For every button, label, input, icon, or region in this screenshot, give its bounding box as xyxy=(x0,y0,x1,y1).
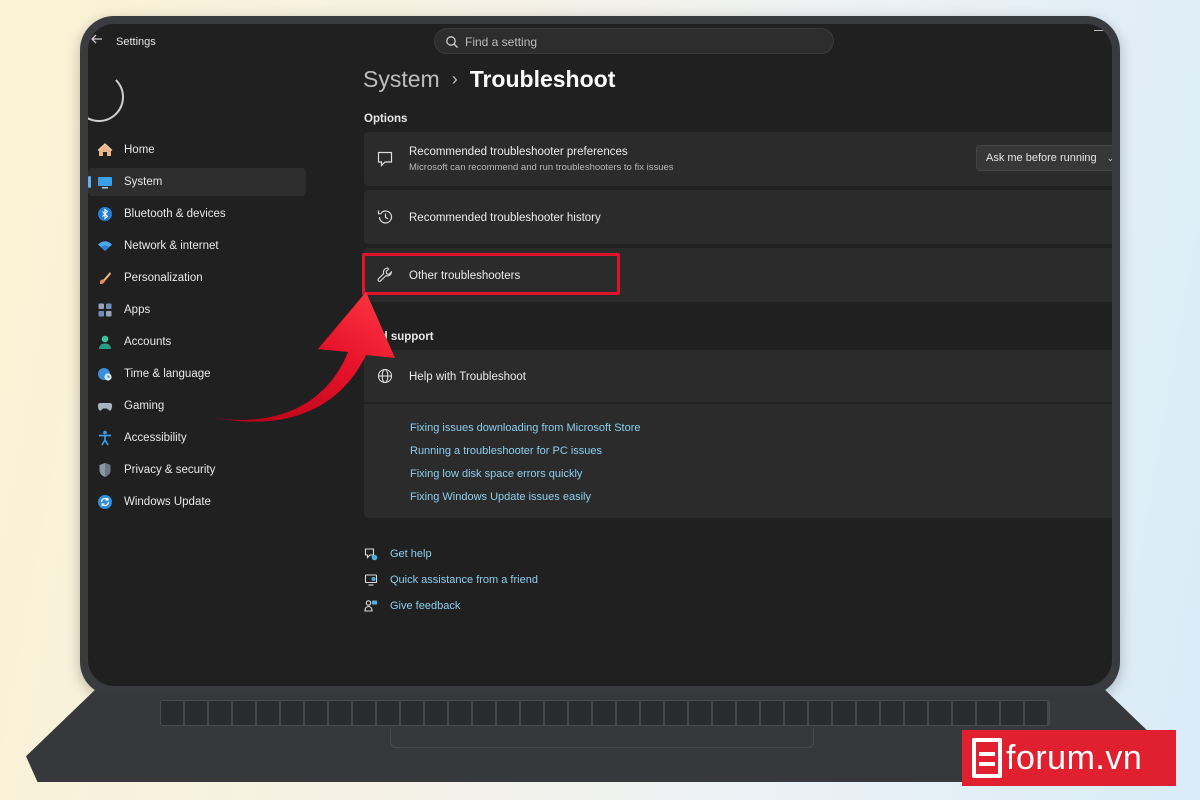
feedback-icon xyxy=(364,600,377,612)
quick-assistance-link[interactable]: Quick assistance from a friend xyxy=(364,573,538,587)
sidebar-item-home[interactable]: Home xyxy=(88,136,306,164)
account-icon xyxy=(96,333,114,351)
help-link[interactable]: Fixing issues downloading from Microsoft… xyxy=(410,422,640,434)
sidebar-item-privacy[interactable]: Privacy & security xyxy=(88,456,306,484)
logo-mark-icon xyxy=(972,738,1002,778)
card-subtitle: Microsoft can recommend and run troubles… xyxy=(409,162,674,173)
sidebar-item-label: Apps xyxy=(124,304,151,316)
search-input[interactable] xyxy=(465,33,815,50)
brush-icon xyxy=(96,269,114,287)
sidebar: Home System Bluetooth & devices Network … xyxy=(88,136,312,520)
help-link[interactable]: Fixing Windows Update issues easily xyxy=(410,491,591,503)
card-title: Recommended troubleshooter preferences xyxy=(409,146,628,158)
sidebar-item-label: Gaming xyxy=(124,400,165,412)
gamepad-icon xyxy=(96,397,114,415)
sidebar-item-label: Privacy & security xyxy=(124,464,216,476)
sidebar-item-label: Bluetooth & devices xyxy=(124,208,226,220)
laptop-touchpad xyxy=(390,728,814,748)
search-box[interactable] xyxy=(434,28,834,54)
watermark-text: forum.vn xyxy=(1006,738,1143,777)
sidebar-item-label: System xyxy=(124,176,163,188)
home-icon xyxy=(96,141,114,159)
footer-link-label: Give feedback xyxy=(390,600,461,612)
sidebar-item-system[interactable]: System xyxy=(88,168,306,196)
back-button[interactable] xyxy=(90,32,106,48)
accessibility-icon xyxy=(96,429,114,447)
help-chat-icon xyxy=(364,548,378,561)
breadcrumb-separator: › xyxy=(451,69,458,89)
get-help-link[interactable]: Get help xyxy=(364,547,432,561)
back-arrow-icon xyxy=(91,34,102,44)
avatar[interactable] xyxy=(88,72,124,122)
sidebar-item-personalization[interactable]: Personalization xyxy=(88,264,306,292)
card-title: Help with Troubleshoot xyxy=(409,371,526,383)
globe-clock-icon xyxy=(96,365,114,383)
settings-window: Settings Home System Bluetooth & devices xyxy=(88,24,1112,686)
wifi-icon xyxy=(96,237,114,255)
sidebar-item-label: Home xyxy=(124,144,155,156)
chat-bubble-icon xyxy=(377,151,393,167)
sidebar-item-label: Network & internet xyxy=(124,240,219,252)
sidebar-item-label: Personalization xyxy=(124,272,203,284)
sidebar-item-gaming[interactable]: Gaming xyxy=(88,392,306,420)
minimize-button[interactable] xyxy=(1094,30,1104,31)
sidebar-item-windows-update[interactable]: Windows Update xyxy=(88,488,306,516)
highlight-box xyxy=(362,253,620,295)
shield-icon xyxy=(96,461,114,479)
watermark-logo: forum.vn xyxy=(962,730,1176,786)
related-support-section-label: ated support xyxy=(364,331,434,343)
troubleshooter-preference-dropdown[interactable]: Ask me before running ⌄ xyxy=(976,145,1112,171)
history-icon xyxy=(377,210,393,224)
sidebar-item-label: Accounts xyxy=(124,336,172,348)
sidebar-item-time-language[interactable]: Time & language xyxy=(88,360,306,388)
remote-assist-icon xyxy=(364,574,378,586)
app-title: Settings xyxy=(116,36,156,48)
page-title: Troubleshoot xyxy=(469,66,616,92)
sidebar-item-label: Accessibility xyxy=(124,432,187,444)
title-bar: Settings xyxy=(88,24,1112,60)
sidebar-item-bluetooth[interactable]: Bluetooth & devices xyxy=(88,200,306,228)
recommended-history-card[interactable]: Recommended troubleshooter history xyxy=(364,190,1112,244)
sidebar-item-accounts[interactable]: Accounts xyxy=(88,328,306,356)
dropdown-selected-value: Ask me before running xyxy=(986,152,1097,164)
sidebar-item-label: Windows Update xyxy=(124,496,211,508)
breadcrumb-parent[interactable]: System xyxy=(363,66,440,92)
sidebar-item-label: Time & language xyxy=(124,368,211,380)
sidebar-item-network[interactable]: Network & internet xyxy=(88,232,306,260)
help-link[interactable]: Running a troubleshooter for PC issues xyxy=(410,445,602,457)
give-feedback-link[interactable]: Give feedback xyxy=(364,599,460,613)
sidebar-item-apps[interactable]: Apps xyxy=(88,296,306,324)
update-icon xyxy=(96,493,114,511)
chevron-down-icon: ⌄ xyxy=(1106,152,1112,163)
footer-link-label: Quick assistance from a friend xyxy=(390,574,538,586)
laptop-keyboard xyxy=(160,700,1050,726)
system-icon xyxy=(96,173,114,191)
card-title: Recommended troubleshooter history xyxy=(409,212,601,224)
help-link[interactable]: Fixing low disk space errors quickly xyxy=(410,468,582,480)
sidebar-item-accessibility[interactable]: Accessibility xyxy=(88,424,306,452)
bluetooth-icon xyxy=(96,205,114,223)
apps-icon xyxy=(96,301,114,319)
globe-icon xyxy=(377,368,393,384)
search-icon xyxy=(446,36,458,48)
breadcrumb: System › Troubleshoot xyxy=(363,66,615,93)
options-section-label: Options xyxy=(364,113,408,125)
help-with-troubleshoot-header[interactable]: Help with Troubleshoot xyxy=(364,350,1112,402)
footer-link-label: Get help xyxy=(390,548,432,560)
recommended-preferences-card: Recommended troubleshooter preferences M… xyxy=(364,132,1112,186)
